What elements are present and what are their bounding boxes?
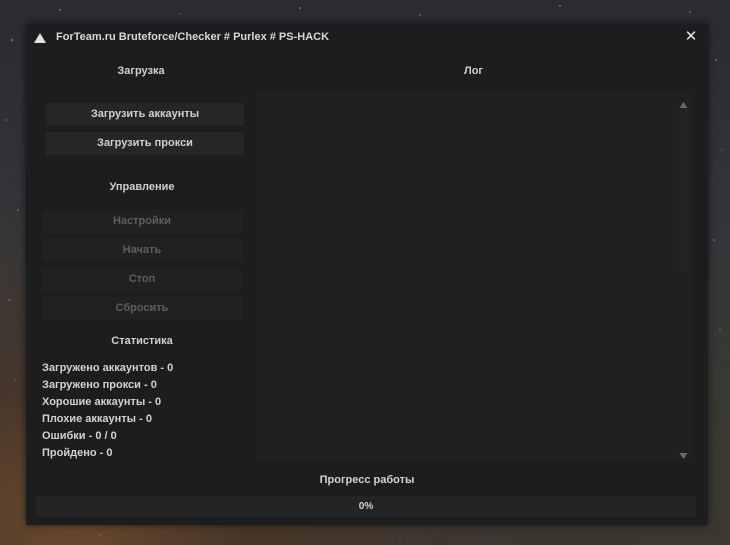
stats-section-title: Статистика [111,335,173,347]
load-accounts-button[interactable]: Загрузить аккаунты [46,103,244,126]
log-section-title: Лог [463,65,484,77]
start-button[interactable]: Начать [42,239,242,262]
stop-button[interactable]: Стоп [42,268,242,291]
title-bar[interactable]: ForTeam.ru Bruteforce/Checker # Purlex #… [26,24,708,52]
stats-list: Загружено аккаунтов - 0 Загружено прокси… [42,360,173,462]
control-section-title: Управление [109,181,175,193]
progress-value: 0% [358,501,374,512]
stat-processed: Пройдено - 0 [42,447,113,459]
scroll-thumb[interactable] [679,109,688,272]
arrow-down-icon[interactable] [679,447,688,459]
main-window: ForTeam.ru Bruteforce/Checker # Purlex #… [26,24,708,525]
stat-bad-accounts: Плохие аккаунты - 0 [42,413,152,425]
load-proxies-button[interactable]: Загрузить прокси [46,132,244,155]
arrow-up-icon[interactable] [679,96,688,108]
reset-button[interactable]: Сбросить [42,297,242,320]
window-title: ForTeam.ru Bruteforce/Checker # Purlex #… [56,31,330,43]
settings-button[interactable]: Настройки [42,210,242,233]
load-section-title: Загрузка [117,65,165,77]
stat-good-accounts: Хорошие аккаунты - 0 [42,396,162,408]
close-icon[interactable]: ✕ [684,29,698,44]
stat-loaded-accounts: Загружено аккаунтов - 0 [42,362,174,374]
log-output[interactable] [255,93,692,459]
stat-errors: Ошибки - 0 / 0 [42,430,117,442]
progress-bar: 0% [36,496,696,517]
progress-label: Прогресс работы [319,474,415,486]
stat-loaded-proxies: Загружено прокси - 0 [42,379,157,391]
log-scrollbar[interactable] [675,93,692,459]
app-logo-icon [33,31,47,45]
